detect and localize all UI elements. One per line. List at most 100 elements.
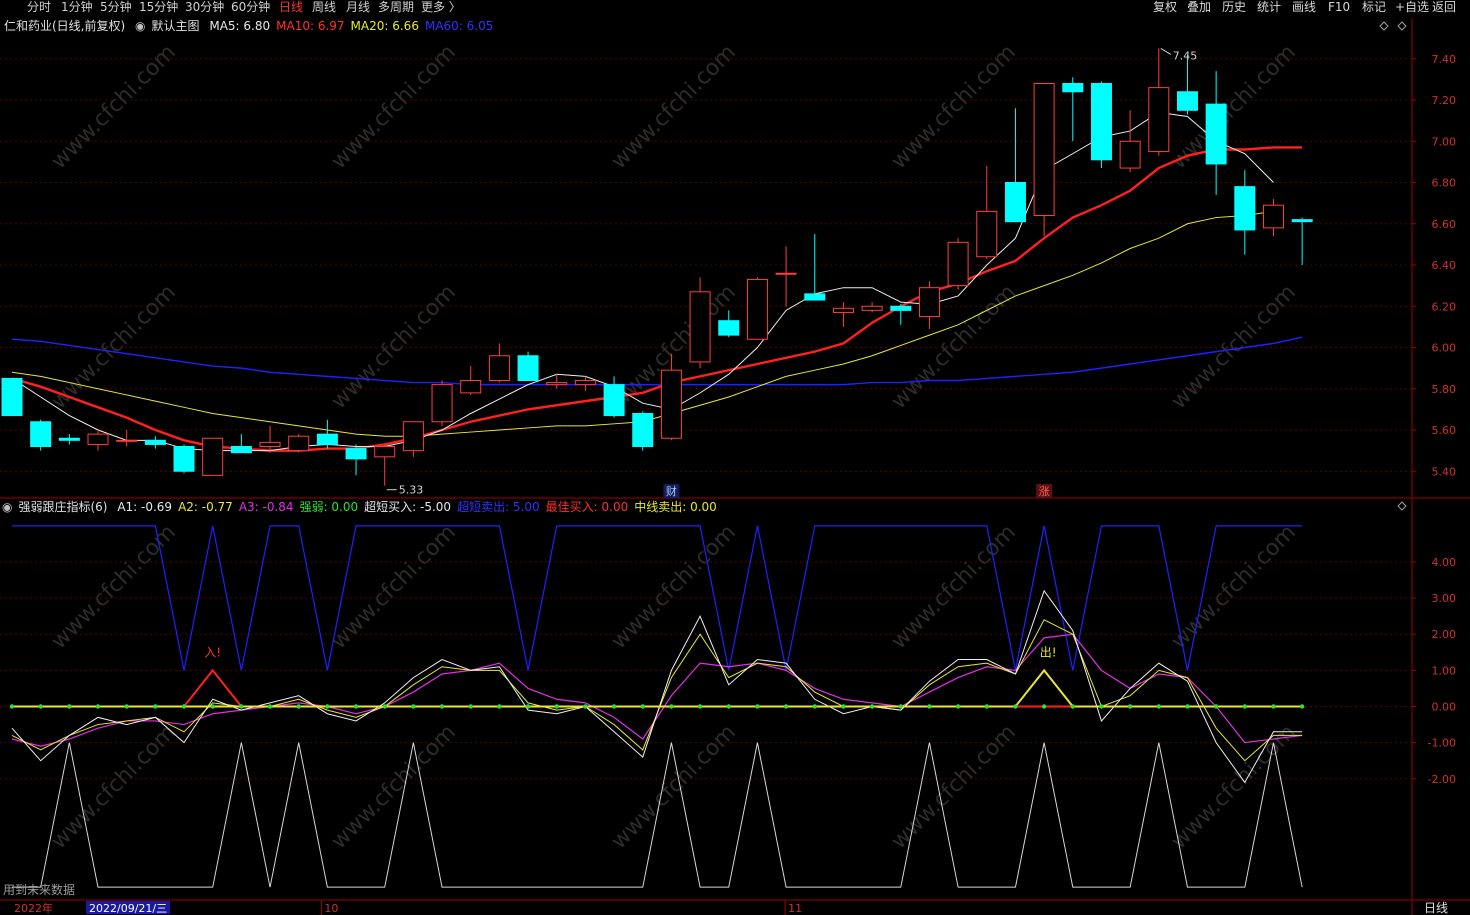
strength-dot [382,704,387,709]
candle [1205,71,1227,195]
candle [230,434,252,454]
candle-body-up [689,291,711,363]
candle-body-up [832,307,854,313]
strength-dot [640,704,645,709]
candle-body-up [660,369,682,439]
strength-dot [497,704,502,709]
candle-body-up [775,272,797,275]
stock-chart[interactable]: www.cfchi.com www.cfchi.com www.cfchi.com w… [0,0,1470,915]
candle-body-up [861,305,883,311]
candle [288,434,310,453]
sub-y-tick-label: 1.00 [1432,664,1457,677]
candle [345,444,367,476]
candle-body-up [746,278,768,340]
mid-sell-line [12,668,1303,708]
cai-marker: 财 [666,484,677,498]
strength-dot [124,704,129,709]
strength-dot [411,704,416,709]
candle [1004,108,1026,223]
candle [1291,217,1313,265]
diamond-icon [1379,21,1389,31]
month-label-10: 10 [324,902,338,915]
candle [632,411,654,451]
candle-body-up [116,439,138,442]
strength-dot [525,704,531,709]
strength-dot [583,704,588,709]
candle-body-up [1148,87,1170,153]
candle-body-down [1234,186,1256,231]
candle [173,444,195,474]
candle [460,366,482,395]
candle-body-down [1176,91,1198,111]
diamond-icon [1397,21,1407,31]
strength-dot [1185,704,1190,709]
watermark-text: www.cfchi.com [47,40,181,174]
strength-dot [1213,704,1219,709]
strength-dot [325,704,330,709]
strength-dot [181,704,187,709]
candle-body-up [259,441,281,447]
candle [861,302,883,313]
candle-body-down [1205,103,1227,165]
candle [517,351,539,381]
candle-body-down [173,446,195,472]
candle-body-down [804,293,826,301]
candle-body-up [374,446,396,458]
candle-body-down [144,439,166,445]
strength-dot [611,704,617,709]
strength-dot [153,704,158,709]
candle-body-up [947,241,969,287]
candle [746,277,768,340]
candle-body-up [1262,204,1284,229]
candle [144,436,166,449]
main-y-tick-label: 6.60 [1432,218,1457,231]
ma20-line [11,210,1274,437]
candle-body-up [460,380,482,394]
buy-marker: 入! [204,645,221,659]
strength-dot [1070,704,1075,709]
candle-body-up [1033,83,1055,216]
candle-body-down [1291,219,1313,223]
candle-body-up [1119,140,1141,169]
watermark-text: www.cfchi.com [607,720,741,854]
candle [1148,48,1170,156]
candle-body-down [1090,83,1112,161]
watermark-text: www.cfchi.com [327,720,461,854]
candle-body-up [976,210,998,258]
strength-dot [1156,704,1162,709]
candle [1176,54,1198,115]
candle [488,343,510,383]
strength-dot [1271,704,1276,709]
candle-body-down [58,437,80,441]
month-label-11: 11 [788,902,802,915]
candle [202,437,224,476]
candle-body-down [718,320,740,336]
candle [947,238,969,290]
watermark-text: www.cfchi.com [887,720,1021,854]
candle-body-up [402,421,424,452]
strength-dot [1242,704,1248,709]
future-data-note: 用到未来数据 [3,882,75,897]
candle [775,246,797,307]
candle-body-down [30,421,52,447]
ma5-line [11,111,1274,452]
strength-dot [95,704,101,709]
candle-body-down [345,448,367,460]
strength-dot [67,704,72,709]
watermark-text: www.cfchi.com [887,40,1021,174]
period-label: 日线 [1424,901,1448,915]
candle [431,380,453,426]
candle [259,425,281,453]
candle [87,430,109,451]
candle-body-up [574,380,596,386]
low-label: 5.33 [399,484,424,497]
candle-body-down [603,384,625,417]
year-label: 2022年 [14,901,53,915]
candle-body-up [918,287,940,318]
candle-body-down [316,433,338,445]
ma10-line [11,146,1303,452]
strength-dot [554,704,559,709]
strength-dot [984,704,989,709]
candle [402,421,424,457]
zhang-marker: 涨 [1039,485,1050,498]
